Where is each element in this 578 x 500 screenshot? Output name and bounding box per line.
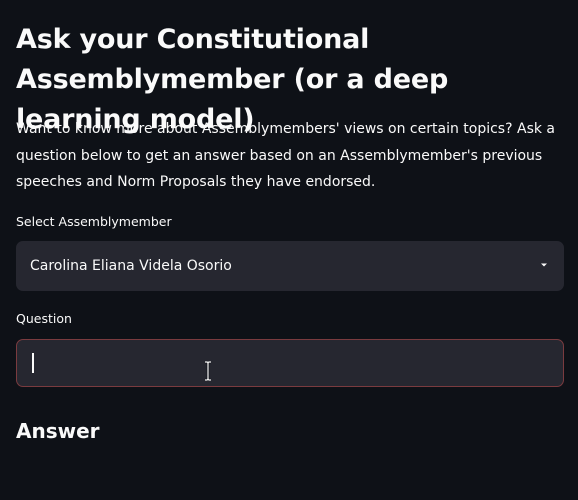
question-field[interactable]: [16, 339, 564, 387]
intro-text: Want to know more about Assemblymembers'…: [16, 121, 555, 190]
text-cursor-icon: [205, 361, 211, 381]
question-label: Question: [16, 311, 72, 326]
chevron-down-icon[interactable]: [538, 259, 550, 271]
question-input[interactable]: [17, 340, 563, 386]
select-assemblymember-label: Select Assemblymember: [16, 214, 172, 229]
text-caret: [32, 353, 34, 373]
answer-heading: Answer: [16, 419, 100, 443]
assemblymember-select[interactable]: Carolina Eliana Videla Osorio: [16, 241, 564, 291]
assemblymember-select-value: Carolina Eliana Videla Osorio: [30, 258, 232, 274]
